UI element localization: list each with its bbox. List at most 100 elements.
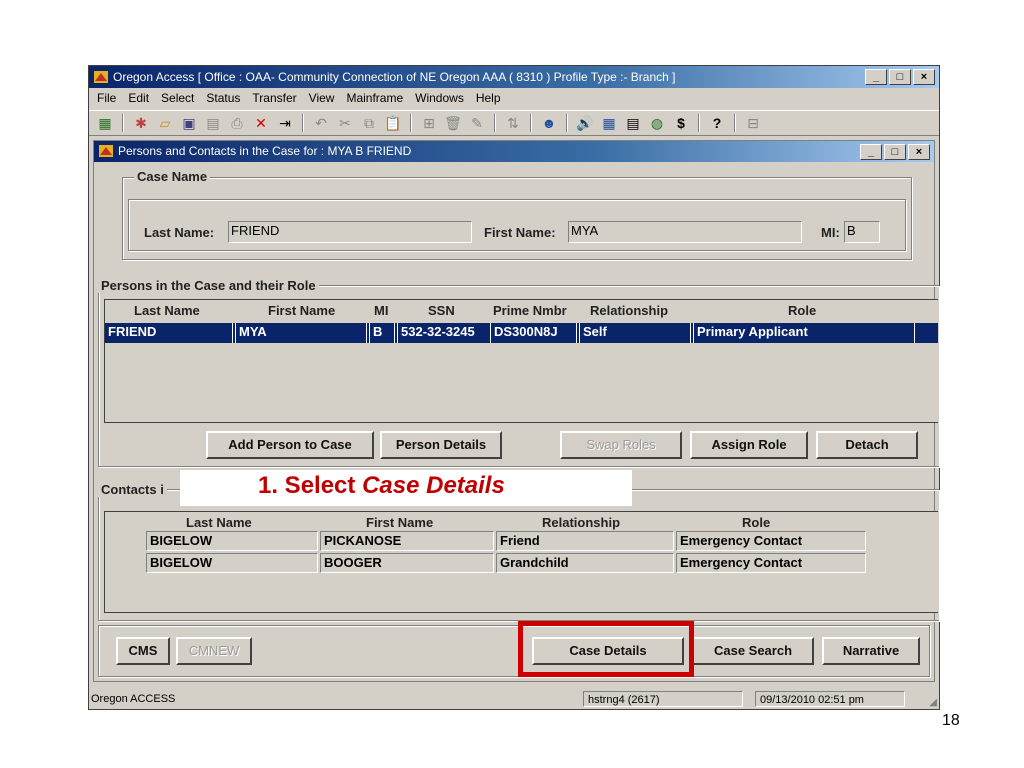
contact-col-relationship: Relationship <box>542 515 621 530</box>
last-name-label: Last Name: <box>144 225 215 240</box>
menu-transfer[interactable]: Transfer <box>252 91 296 105</box>
help-icon[interactable]: ? <box>707 113 727 133</box>
case-first-name-field[interactable]: MYA <box>568 221 802 243</box>
toolbar: ▦ ✱ ▱ ▣ ▤ ⎙ ✕ ⇥ ↶ ✂ ⧉ 📋 ⊞ 🗑 ✎ ⇅ ☻ 🔊 ▦ ▤ … <box>89 110 939 136</box>
list-item[interactable]: Emergency Contact <box>676 553 866 573</box>
dialog-title: Persons and Contacts in the Case for : M… <box>118 144 412 158</box>
copy-icon[interactable]: ⧉ <box>359 113 379 133</box>
close-button[interactable]: × <box>913 69 935 85</box>
col-mi: MI <box>374 303 389 318</box>
mi-label: MI: <box>821 225 840 240</box>
cut-icon[interactable]: ✂ <box>335 113 355 133</box>
row-last-name: FRIEND <box>105 323 233 343</box>
insert-row-icon[interactable]: ⊞ <box>419 113 439 133</box>
list-item[interactable]: Grandchild <box>496 553 674 573</box>
slide-number: 18 <box>942 712 960 729</box>
col-first-name: First Name <box>268 303 336 318</box>
contact-col-role: Role <box>742 515 771 530</box>
open-folder-icon[interactable]: ▱ <box>155 113 175 133</box>
case-search-button[interactable]: Case Search <box>692 637 814 665</box>
row-prime-nmbr: DS300N8J <box>491 323 577 343</box>
trash-icon[interactable]: 🗑 <box>443 113 463 133</box>
dialog-close-button[interactable]: × <box>908 144 930 160</box>
menu-view[interactable]: View <box>309 91 335 105</box>
row-mi: B <box>369 323 395 343</box>
grid-icon[interactable]: ⊟ <box>743 113 763 133</box>
contacts-legend: Contacts i <box>98 482 167 497</box>
status-user: hstrng4 (2617) <box>583 691 743 707</box>
table-row[interactable]: FRIEND MYA B 532-32-3245 DS300N8J Self P… <box>105 323 938 343</box>
status-bar: Oregon ACCESS hstrng4 (2617) 09/13/2010 … <box>89 689 939 709</box>
person-details-button[interactable]: Person Details <box>380 431 502 459</box>
run-icon[interactable]: ✱ <box>131 113 151 133</box>
menu-mainframe[interactable]: Mainframe <box>346 91 403 105</box>
main-window: Oregon Access [ Office : OAA- Community … <box>88 65 940 710</box>
add-person-button[interactable]: Add Person to Case <box>206 431 374 459</box>
dialog-maximize-button[interactable]: □ <box>884 144 906 160</box>
list-item[interactable]: PICKANOSE <box>320 531 494 551</box>
calculator-icon[interactable]: ▦ <box>95 113 115 133</box>
persons-contacts-dialog: Persons and Contacts in the Case for : M… <box>93 140 939 682</box>
minimize-button[interactable]: _ <box>865 69 887 85</box>
menu-status[interactable]: Status <box>206 91 240 105</box>
list-item[interactable]: Friend <box>496 531 674 551</box>
contact-col-first-name: First Name <box>366 515 434 530</box>
globe-icon[interactable]: ◍ <box>647 113 667 133</box>
app-title: Oregon Access [ Office : OAA- Community … <box>113 70 676 84</box>
sort-icon[interactable]: ⇅ <box>503 113 523 133</box>
dialog-minimize-button[interactable]: _ <box>860 144 882 160</box>
case-details-highlight <box>518 621 694 677</box>
menu-edit[interactable]: Edit <box>128 91 149 105</box>
col-prime-nmbr: Prime Nmbr <box>493 303 567 318</box>
cms-button[interactable]: CMS <box>116 637 170 665</box>
cmnew-button[interactable]: CMNEW <box>176 637 252 665</box>
app-titlebar: Oregon Access [ Office : OAA- Community … <box>89 66 939 88</box>
list-item[interactable]: BIGELOW <box>146 553 318 573</box>
menu-bar: File Edit Select Status Transfer View Ma… <box>89 88 939 108</box>
callout-prefix: 1. Select <box>258 472 363 499</box>
delete-icon[interactable]: ✕ <box>251 113 271 133</box>
dialog-titlebar: Persons and Contacts in the Case for : M… <box>94 141 934 162</box>
save-as-icon[interactable]: ▤ <box>203 113 223 133</box>
detach-button[interactable]: Detach <box>816 431 918 459</box>
row-first-name: MYA <box>235 323 367 343</box>
row-ssn: 532-32-3245 <box>397 323 491 343</box>
row-relationship: Self <box>579 323 691 343</box>
col-last-name: Last Name <box>134 303 200 318</box>
menu-file[interactable]: File <box>97 91 116 105</box>
person-icon[interactable]: ☻ <box>539 113 559 133</box>
swap-roles-button[interactable]: Swap Roles <box>560 431 682 459</box>
calendar-icon[interactable]: ▦ <box>599 113 619 133</box>
save-icon[interactable]: ▣ <box>179 113 199 133</box>
case-last-name-field[interactable]: FRIEND <box>228 221 472 243</box>
list-item[interactable]: BIGELOW <box>146 531 318 551</box>
instruction-callout: 1. Select Case Details <box>180 470 632 506</box>
col-role: Role <box>788 303 817 318</box>
print-icon[interactable]: ⎙ <box>227 113 247 133</box>
dialog-logo-icon <box>98 143 114 159</box>
case-name-legend: Case Name <box>134 169 211 184</box>
notes-icon[interactable]: ▤ <box>623 113 643 133</box>
menu-select[interactable]: Select <box>161 91 194 105</box>
exit-icon[interactable]: ⇥ <box>275 113 295 133</box>
pencil-icon[interactable]: ✎ <box>467 113 487 133</box>
app-logo-icon <box>93 69 109 85</box>
paste-icon[interactable]: 📋 <box>383 113 403 133</box>
undo-icon[interactable]: ↶ <box>311 113 331 133</box>
menu-help[interactable]: Help <box>476 91 501 105</box>
case-mi-field[interactable]: B <box>844 221 880 243</box>
list-item[interactable]: BOOGER <box>320 553 494 573</box>
first-name-label: First Name: <box>484 225 556 240</box>
dollar-icon[interactable]: $ <box>671 113 691 133</box>
persons-legend: Persons in the Case and their Role <box>98 278 319 293</box>
narrative-button[interactable]: Narrative <box>822 637 920 665</box>
callout-emphasis: Case Details <box>362 472 505 499</box>
maximize-button[interactable]: □ <box>889 69 911 85</box>
assign-role-button[interactable]: Assign Role <box>690 431 808 459</box>
resize-grip-icon[interactable]: ◢ <box>929 693 937 713</box>
contact-col-last-name: Last Name <box>186 515 252 530</box>
menu-windows[interactable]: Windows <box>415 91 464 105</box>
speaker-icon[interactable]: 🔊 <box>575 113 595 133</box>
list-item[interactable]: Emergency Contact <box>676 531 866 551</box>
col-ssn: SSN <box>428 303 455 318</box>
